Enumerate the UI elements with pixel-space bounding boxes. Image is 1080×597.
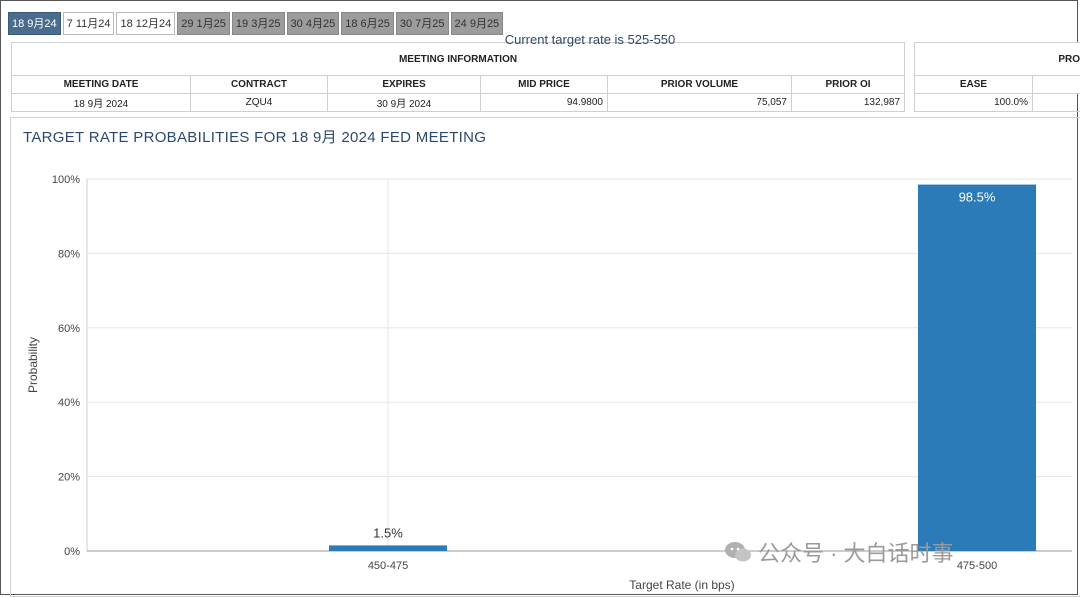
watermark-text: 公众号 · 大白话时事 (758, 541, 954, 566)
y-axis-title: Probability (26, 337, 40, 393)
y-tick-label: 60% (58, 323, 80, 335)
wechat-icon (724, 541, 752, 563)
data-label-450-475: 1.5% (373, 525, 403, 540)
x-axis-title: Target Rate (in bps) (629, 578, 734, 592)
y-tick-label: 40% (58, 397, 80, 409)
data-label-475-500: 98.5% (959, 190, 996, 205)
y-tick-label: 20% (58, 472, 80, 484)
watermark: 公众号 · 大白话时事 (724, 536, 954, 568)
y-tick-label: 0% (64, 546, 80, 558)
probability-bar-chart: 0% 20% 40% 60% 80% 100% 1.5% 450-475 98.5% 475-50… (26, 174, 1072, 592)
x-tick-label: 450-475 (368, 560, 408, 572)
y-tick-label: 80% (58, 248, 80, 260)
x-tick-label: 475-500 (957, 560, 997, 572)
bar-475-500 (918, 184, 1036, 551)
bar-450-475 (329, 545, 447, 551)
y-tick-label: 100% (52, 174, 80, 186)
